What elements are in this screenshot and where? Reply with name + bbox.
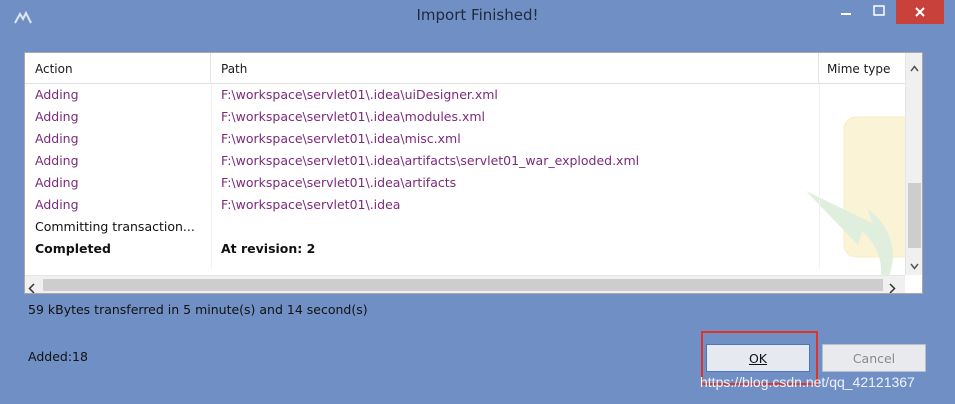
- row-path: F:\workspace\servlet01\.idea\artifacts: [221, 175, 457, 190]
- close-icon: [915, 7, 925, 17]
- list-row[interactable]: Completed At revision: 2: [25, 238, 905, 260]
- import-finished-dialog: Import Finished! Action Path Mime type A…: [0, 0, 955, 404]
- list-row[interactable]: Adding F:\workspace\servlet01\.idea\uiDe…: [25, 84, 905, 106]
- list-row[interactable]: Committing transaction...: [25, 216, 905, 238]
- scroll-up-icon[interactable]: [910, 57, 919, 76]
- row-action: Completed: [35, 241, 111, 256]
- results-list[interactable]: Action Path Mime type Adding F:\workspac…: [24, 52, 923, 294]
- scroll-left-icon[interactable]: [28, 279, 35, 293]
- list-row[interactable]: Adding F:\workspace\servlet01\.idea\arti…: [25, 172, 905, 194]
- watermark-url: https://blog.csdn.net/qq_42121367: [700, 374, 915, 390]
- horizontal-scrollbar[interactable]: [25, 275, 905, 293]
- horizontal-scroll-thumb[interactable]: [43, 279, 883, 291]
- minimize-icon: [841, 13, 851, 15]
- row-path: F:\workspace\servlet01\.idea\artifacts\s…: [221, 153, 640, 168]
- row-action: Adding: [35, 131, 79, 146]
- close-button[interactable]: [896, 0, 944, 24]
- row-action: Committing transaction...: [35, 219, 195, 234]
- row-action: Adding: [35, 109, 79, 124]
- row-action: Adding: [35, 197, 79, 212]
- row-path: F:\workspace\servlet01\.idea\uiDesigner.…: [221, 87, 498, 102]
- row-action: Adding: [35, 175, 79, 190]
- list-row[interactable]: Adding F:\workspace\servlet01\.idea: [25, 194, 905, 216]
- list-row[interactable]: Adding F:\workspace\servlet01\.idea\arti…: [25, 150, 905, 172]
- row-path: F:\workspace\servlet01\.idea\misc.xml: [221, 131, 461, 146]
- minimize-button[interactable]: [830, 0, 862, 22]
- row-action: Adding: [35, 87, 79, 102]
- transfer-status: 59 kBytes transferred in 5 minute(s) and…: [28, 302, 368, 317]
- column-header-action[interactable]: Action: [25, 53, 211, 83]
- row-action: Adding: [35, 153, 79, 168]
- column-header-path[interactable]: Path: [211, 53, 819, 83]
- added-count: Added:18: [28, 349, 88, 364]
- row-path: F:\workspace\servlet01\.idea: [221, 197, 401, 212]
- list-header: Action Path Mime type: [25, 53, 905, 84]
- scroll-right-icon[interactable]: [889, 279, 896, 293]
- vertical-scrollbar[interactable]: [905, 53, 922, 275]
- list-row[interactable]: Adding F:\workspace\servlet01\.idea\modu…: [25, 106, 905, 128]
- maximize-icon: [873, 5, 885, 16]
- title-bar: Import Finished!: [0, 0, 955, 34]
- ok-button[interactable]: OK: [706, 344, 810, 372]
- maximize-button[interactable]: [864, 0, 894, 22]
- column-header-mime[interactable]: Mime type: [819, 53, 905, 83]
- list-row[interactable]: Adding F:\workspace\servlet01\.idea\misc…: [25, 128, 905, 150]
- window-title: Import Finished!: [416, 6, 539, 24]
- vertical-scroll-thumb[interactable]: [908, 183, 921, 248]
- row-path: F:\workspace\servlet01\.idea\modules.xml: [221, 109, 486, 124]
- row-path: At revision: 2: [221, 241, 316, 256]
- cancel-button[interactable]: Cancel: [822, 344, 926, 372]
- list-rows: Adding F:\workspace\servlet01\.idea\uiDe…: [25, 84, 905, 268]
- scroll-down-icon[interactable]: [910, 255, 919, 274]
